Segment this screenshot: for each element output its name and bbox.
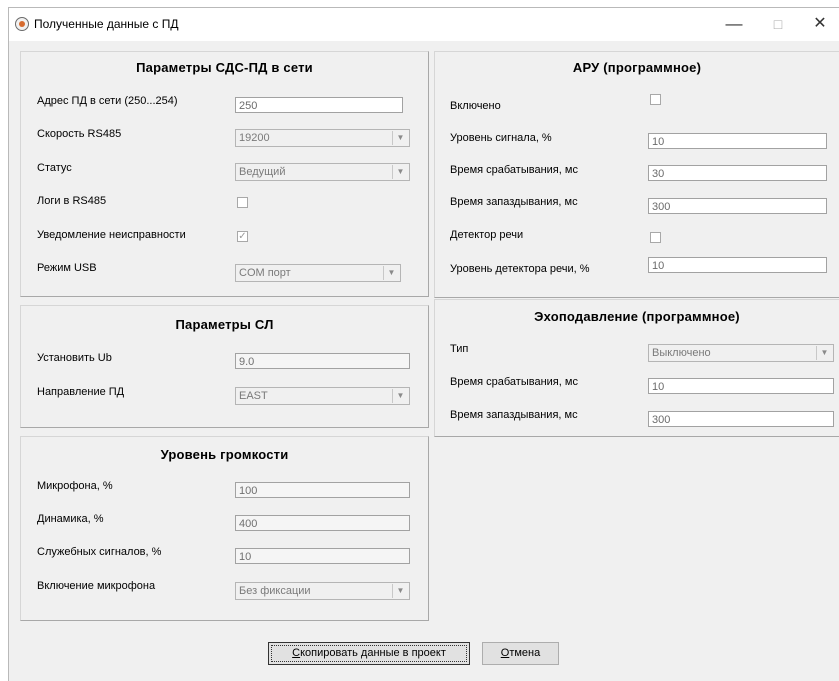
voice-level-input[interactable]: 10 [648,257,827,273]
app-icon [15,17,29,31]
status-label: Статус [37,162,72,174]
chevron-down-icon[interactable]: ▼ [392,584,408,598]
cancel-button[interactable]: Отмена [482,642,559,665]
voice-detector-checkbox[interactable] [650,232,661,243]
agc-attack-input[interactable]: 30 [648,165,827,181]
usb-value: COM порт [239,267,291,279]
mic-mode-label: Включение микрофона [37,580,156,592]
ub-input[interactable]: 9.0 [235,353,410,369]
group-title: Параметры СДС-ПД в сети [136,60,313,75]
voice-detector-label: Детектор речи [450,229,524,241]
copy-hotkey-letter: С [292,647,301,659]
echo-release-label: Время запаздывания, мс [450,409,578,421]
service-input[interactable]: 10 [235,548,410,564]
title-bar: Полученные данные с ПД — □ ✕ [9,8,839,41]
chevron-down-icon[interactable]: ▼ [392,389,408,403]
volume-group: Уровень громкости Микрофона, % 100 Динам… [20,436,429,621]
mic-mode-select[interactable]: Без фиксации ▼ [235,582,410,600]
fault-label: Уведомление неисправности [37,229,186,241]
echo-type-select[interactable]: Выключено ▼ [648,344,834,362]
network-params-group: Параметры СДС-ПД в сети Адрес ПД в сети … [20,51,429,297]
agc-enabled-checkbox[interactable] [650,94,661,105]
window-title: Полученные данные с ПД [34,17,179,31]
group-title: Эхоподавление (программное) [534,309,740,324]
status-select[interactable]: Ведущий ▼ [235,163,410,181]
speaker-label: Динамика, % [37,513,104,525]
agc-group: АРУ (программное) Включено Уровень сигна… [434,51,839,298]
agc-level-label: Уровень сигнала, % [450,132,552,144]
direction-label: Направление ПД [37,386,125,398]
service-label: Служебных сигналов, % [37,546,162,558]
echo-release-input[interactable]: 300 [648,411,834,427]
dialog-window: Полученные данные с ПД — □ ✕ Параметры С… [8,7,839,681]
fault-checkbox[interactable]: ✓ [237,231,248,242]
ub-label: Установить Ub [37,352,112,364]
echo-attack-input[interactable]: 10 [648,378,834,394]
group-title: Уровень громкости [160,447,289,462]
group-title: Параметры СЛ [175,317,274,332]
minimize-button[interactable]: — [722,14,746,34]
mic-input[interactable]: 100 [235,482,410,498]
agc-release-input[interactable]: 300 [648,198,827,214]
agc-enabled-label: Включено [450,100,501,112]
logs-label: Логи в RS485 [37,195,107,207]
check-icon: ✓ [238,231,247,242]
speed-value: 19200 [239,132,270,144]
chevron-down-icon[interactable]: ▼ [383,266,399,280]
status-value: Ведущий [239,166,286,178]
chevron-down-icon[interactable]: ▼ [392,131,408,145]
speed-label: Скорость RS485 [37,128,122,140]
agc-release-label: Время запаздывания, мс [450,196,578,208]
direction-value: EAST [239,390,268,402]
copy-to-project-button[interactable]: Скопировать данные в проект [268,642,470,665]
line-params-group: Параметры СЛ Установить Ub 9.0 Направлен… [20,305,429,428]
speaker-input[interactable]: 400 [235,515,410,531]
mic-label: Микрофона, % [37,480,113,492]
chevron-down-icon[interactable]: ▼ [816,346,832,360]
usb-select[interactable]: COM порт ▼ [235,264,401,282]
address-label: Адрес ПД в сети (250...254) [37,95,178,107]
echo-cancel-group: Эхоподавление (программное) Тип Выключен… [434,299,839,437]
close-button[interactable]: ✕ [808,14,832,34]
echo-type-label: Тип [450,343,469,355]
chevron-down-icon[interactable]: ▼ [392,165,408,179]
logs-checkbox[interactable] [237,197,248,208]
maximize-button[interactable]: □ [766,14,790,34]
echo-type-value: Выключено [652,347,711,359]
group-title: АРУ (программное) [572,60,702,75]
voice-level-label: Уровень детектора речи, % [450,263,590,275]
copy-button-label: копировать данные в проект [300,647,446,659]
mic-mode-value: Без фиксации [239,585,311,597]
speed-select[interactable]: 19200 ▼ [235,129,410,147]
agc-level-input[interactable]: 10 [648,133,827,149]
agc-attack-label: Время срабатывания, мс [450,164,578,176]
echo-attack-label: Время срабатывания, мс [450,376,578,388]
usb-label: Режим USB [37,262,97,274]
direction-select[interactable]: EAST ▼ [235,387,410,405]
address-input[interactable]: 250 [235,97,403,113]
cancel-button-label: тмена [509,647,541,659]
